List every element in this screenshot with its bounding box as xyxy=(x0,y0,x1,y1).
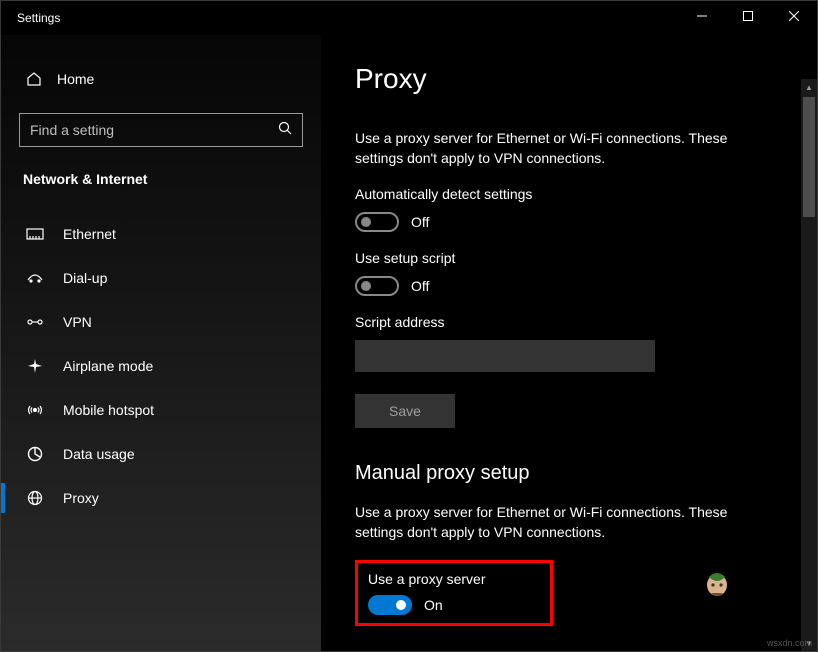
titlebar: Settings xyxy=(1,1,817,35)
settings-window: Settings Home xyxy=(0,0,818,652)
use-proxy-toggle-row: On xyxy=(368,595,540,615)
toggle-knob xyxy=(361,217,371,227)
close-icon xyxy=(789,11,799,21)
setup-script-toggle[interactable] xyxy=(355,276,399,296)
sidebar-nav: Ethernet Dial-up VPN xyxy=(1,213,321,519)
main-panel: Proxy Use a proxy server for Ethernet or… xyxy=(321,35,817,651)
sidebar-item-label: Data usage xyxy=(63,446,135,462)
dialup-icon xyxy=(25,272,45,284)
use-proxy-label: Use a proxy server xyxy=(368,571,540,587)
maximize-icon xyxy=(743,11,753,21)
sidebar-item-dialup[interactable]: Dial-up xyxy=(1,257,321,299)
setup-script-label: Use setup script xyxy=(355,250,783,266)
scroll-up-button[interactable]: ▲ xyxy=(801,79,817,95)
search-box[interactable] xyxy=(19,113,303,147)
setup-script-toggle-row: Off xyxy=(355,276,783,296)
sidebar-item-label: Proxy xyxy=(63,490,99,506)
scroll-thumb[interactable] xyxy=(803,97,815,217)
sidebar-item-label: Dial-up xyxy=(63,270,107,286)
sidebar-item-label: VPN xyxy=(63,314,92,330)
minimize-icon xyxy=(697,11,707,21)
close-button[interactable] xyxy=(771,1,817,31)
avatar xyxy=(701,565,733,603)
hotspot-icon xyxy=(25,403,45,417)
page-title: Proxy xyxy=(355,63,783,95)
toggle-knob xyxy=(396,600,406,610)
setup-script-state: Off xyxy=(411,278,429,294)
vertical-scrollbar[interactable]: ▲ ▼ xyxy=(801,79,817,651)
auto-detect-toggle-row: Off xyxy=(355,212,783,232)
watermark: wsxdn.com xyxy=(767,638,812,648)
home-nav[interactable]: Home xyxy=(19,63,303,95)
auto-proxy-description: Use a proxy server for Ethernet or Wi-Fi… xyxy=(355,129,775,168)
sidebar-item-label: Ethernet xyxy=(63,226,116,242)
use-proxy-state: On xyxy=(424,597,443,613)
auto-detect-label: Automatically detect settings xyxy=(355,186,783,202)
window-title: Settings xyxy=(17,1,60,25)
datausage-icon xyxy=(25,446,45,462)
sidebar-item-vpn[interactable]: VPN xyxy=(1,301,321,343)
use-proxy-toggle[interactable] xyxy=(368,595,412,615)
auto-detect-toggle[interactable] xyxy=(355,212,399,232)
manual-proxy-heading: Manual proxy setup xyxy=(355,462,783,485)
window-controls xyxy=(679,1,817,31)
minimize-button[interactable] xyxy=(679,1,725,31)
auto-detect-state: Off xyxy=(411,214,429,230)
script-address-label: Script address xyxy=(355,314,783,330)
toggle-knob xyxy=(361,281,371,291)
sidebar-item-label: Mobile hotspot xyxy=(63,402,154,418)
sidebar-item-datausage[interactable]: Data usage xyxy=(1,433,321,475)
vpn-icon xyxy=(25,316,45,328)
main-scroll-region: Proxy Use a proxy server for Ethernet or… xyxy=(321,35,817,651)
manual-proxy-description: Use a proxy server for Ethernet or Wi-Fi… xyxy=(355,503,775,542)
home-label: Home xyxy=(57,71,94,87)
sidebar-item-airplane[interactable]: Airplane mode xyxy=(1,345,321,387)
highlight-annotation: Use a proxy server On xyxy=(355,560,553,626)
maximize-button[interactable] xyxy=(725,1,771,31)
sidebar-item-proxy[interactable]: Proxy xyxy=(1,477,321,519)
sidebar-section-label: Network & Internet xyxy=(19,171,303,187)
home-icon xyxy=(25,71,43,87)
ethernet-icon xyxy=(25,227,45,241)
content-area: Home Network & Internet Ethernet xyxy=(1,35,817,651)
script-address-input[interactable] xyxy=(355,340,655,372)
search-icon xyxy=(278,121,292,140)
search-input[interactable] xyxy=(30,122,278,138)
proxy-icon xyxy=(25,490,45,506)
sidebar-item-hotspot[interactable]: Mobile hotspot xyxy=(1,389,321,431)
sidebar-item-ethernet[interactable]: Ethernet xyxy=(1,213,321,255)
sidebar-item-label: Airplane mode xyxy=(63,358,153,374)
sidebar: Home Network & Internet Ethernet xyxy=(1,35,321,651)
airplane-icon xyxy=(25,358,45,374)
save-button[interactable]: Save xyxy=(355,394,455,428)
